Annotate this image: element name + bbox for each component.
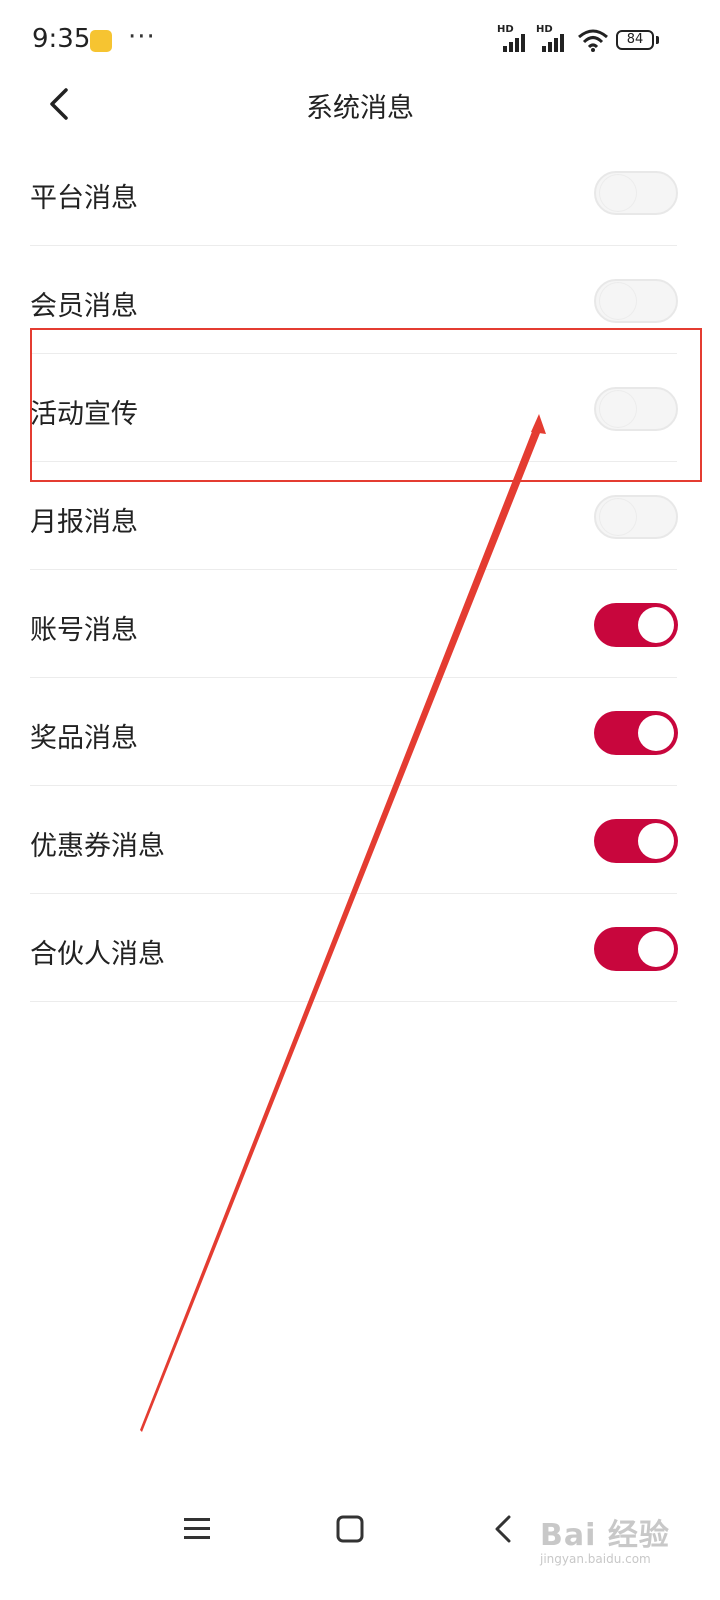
toggle-knob: [638, 931, 674, 967]
prize-message-toggle[interactable]: [594, 711, 678, 755]
toggle-knob: [600, 283, 636, 319]
member-message-toggle[interactable]: [594, 279, 678, 323]
setting-row: 奖品消息: [0, 678, 720, 786]
setting-label: 会员消息: [30, 291, 138, 322]
toggle-knob: [638, 607, 674, 643]
annotation-highlight-box: [30, 328, 702, 482]
setting-row: 账号消息: [0, 570, 720, 678]
partner-message-toggle[interactable]: [594, 927, 678, 971]
status-bar: 9:35 ··· HD HD 84: [0, 0, 720, 84]
menu-nav-icon[interactable]: [172, 1504, 222, 1554]
setting-label: 优惠券消息: [30, 831, 165, 862]
settings-list: 平台消息 会员消息 活动宣传 月报消息 账号消息 奖品消息 优惠券消息 合伙人消…: [0, 138, 720, 1002]
status-time: 9:35: [32, 24, 91, 54]
toggle-knob: [638, 823, 674, 859]
setting-label: 奖品消息: [30, 723, 138, 754]
battery-tip: [656, 36, 659, 44]
more-notifications-icon: ···: [128, 22, 156, 52]
home-nav-icon[interactable]: [325, 1504, 375, 1554]
signal-1-icon: HD: [497, 24, 531, 52]
back-nav-icon[interactable]: [478, 1504, 528, 1554]
divider: [30, 1001, 677, 1002]
notification-app-icon: [90, 30, 112, 52]
platform-message-toggle[interactable]: [594, 171, 678, 215]
setting-label: 月报消息: [30, 507, 138, 538]
toggle-knob: [600, 175, 636, 211]
setting-label: 合伙人消息: [30, 939, 165, 970]
watermark-logo-text: Bai 经验: [540, 1518, 670, 1553]
setting-label: 账号消息: [30, 615, 138, 646]
toggle-knob: [638, 715, 674, 751]
signal-2-icon: HD: [536, 24, 570, 52]
wifi-icon: [578, 29, 608, 52]
toggle-knob: [600, 499, 636, 535]
account-message-toggle[interactable]: [594, 603, 678, 647]
watermark-url: jingyan.baidu.com: [540, 1552, 651, 1566]
coupon-message-toggle[interactable]: [594, 819, 678, 863]
setting-row: 合伙人消息: [0, 894, 720, 1002]
setting-row: 优惠券消息: [0, 786, 720, 894]
page-header: 系统消息: [0, 84, 720, 128]
monthly-report-toggle[interactable]: [594, 495, 678, 539]
page-title: 系统消息: [306, 93, 414, 124]
battery-indicator: 84: [616, 30, 654, 50]
baidu-watermark: Bai 经验 jingyan.baidu.com: [540, 1500, 710, 1570]
setting-label: 平台消息: [30, 183, 138, 214]
setting-row: 平台消息: [0, 138, 720, 246]
